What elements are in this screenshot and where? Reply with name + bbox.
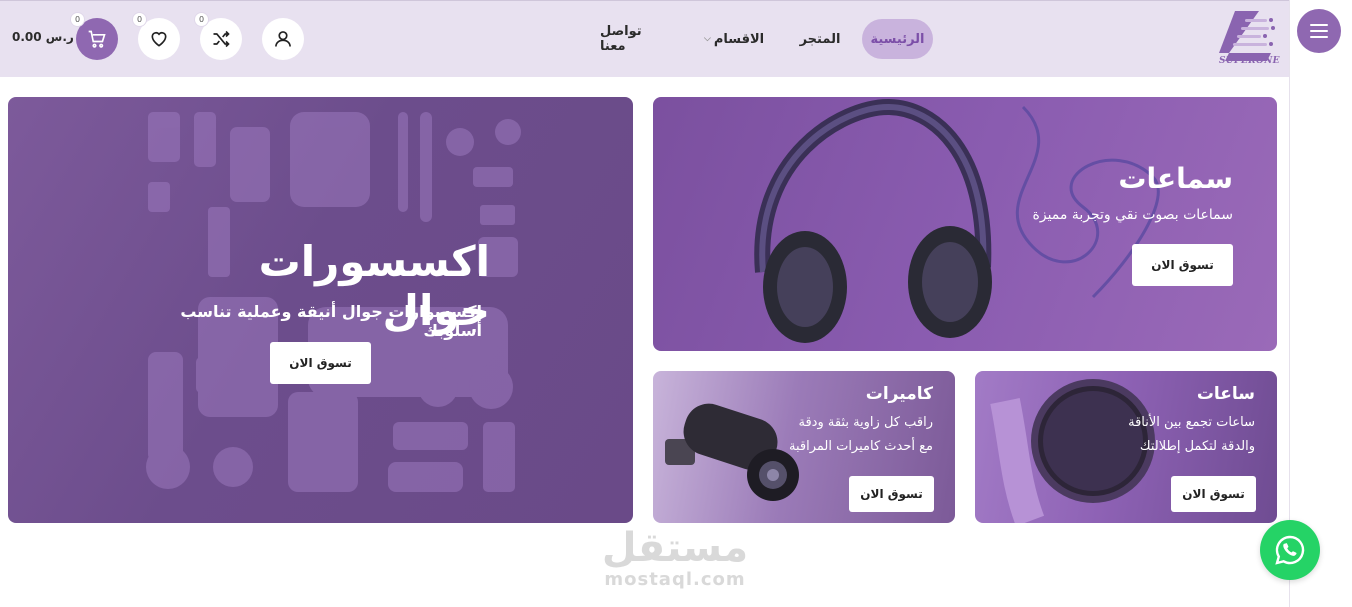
watermark-arabic: مستقل xyxy=(601,525,749,571)
user-icon xyxy=(275,31,291,47)
cart-total: 0.00 ر.س xyxy=(12,30,74,44)
nav-contact[interactable]: تواصل معنا xyxy=(600,19,670,59)
cameras-subtitle-line1: راقب كل زاوية بثقة ودقة xyxy=(798,415,933,430)
banner-cameras[interactable]: كاميرات راقب كل زاوية بثقة ودقة مع أحدث … xyxy=(653,371,955,523)
side-panel xyxy=(1289,0,1352,607)
watches-title: ساعات xyxy=(1196,384,1255,404)
watermark-latin: mostaql.com xyxy=(604,569,746,590)
banner-headphones[interactable]: سماعات سماعات بصوت نقي وتجربة مميزة تسوق… xyxy=(653,97,1277,351)
accessories-subtitle: إكسسوارات جوال أنيقة وعملية تناسب أسلوبك xyxy=(180,302,482,340)
account-button[interactable] xyxy=(262,18,304,60)
site-header: SUPERONE الرئيسية المتجر ⌵ الاقسام تواصل… xyxy=(0,1,1289,77)
nav-categories-label: الاقسام xyxy=(713,31,765,47)
cart-icon xyxy=(88,30,106,48)
wishlist-count-badge: 0 xyxy=(133,13,146,26)
nav-categories[interactable]: ⌵ الاقسام xyxy=(704,19,766,59)
cameras-subtitle-line2: مع أحدث كاميرات المراقبة xyxy=(788,439,933,454)
nav-store[interactable]: المتجر xyxy=(800,19,841,59)
watches-subtitle-line1: ساعات تجمع بين الأناقة xyxy=(1128,415,1255,430)
menu-icon xyxy=(1310,24,1328,38)
heart-icon xyxy=(151,31,167,47)
headphones-shop-button[interactable]: تسوق الان xyxy=(1132,244,1233,286)
banner-accessories[interactable]: اكسسورات جوال إكسسوارات جوال أنيقة وعملي… xyxy=(8,97,633,523)
headphones-image xyxy=(754,98,1160,343)
wishlist-button[interactable]: 0 xyxy=(133,13,180,60)
shuffle-icon xyxy=(213,30,230,48)
cameras-shop-button[interactable]: تسوق الان xyxy=(849,476,934,512)
headphones-subtitle: سماعات بصوت نقي وتجربة مميزة xyxy=(1032,207,1233,223)
whatsapp-icon xyxy=(1275,535,1305,565)
watermark: مستقل mostaql.com xyxy=(590,527,760,590)
logo-text: SUPERONE xyxy=(1219,56,1280,66)
chevron-down-icon: ⌵ xyxy=(704,34,711,44)
cameras-title: كاميرات xyxy=(865,384,933,404)
whatsapp-button[interactable] xyxy=(1260,520,1320,580)
watches-shop-button[interactable]: تسوق الان xyxy=(1171,476,1256,512)
cart-button[interactable]: 0 xyxy=(71,13,118,60)
menu-toggle-button[interactable] xyxy=(1297,9,1341,53)
accessories-shop-button[interactable]: تسوق الان xyxy=(270,342,371,384)
watches-subtitle-line2: والدقة لتكمل إطلالتك xyxy=(1139,439,1255,454)
compare-button[interactable]: 0 xyxy=(195,13,242,60)
nav-home[interactable]: الرئيسية xyxy=(862,19,933,59)
banner-watches[interactable]: ساعات ساعات تجمع بين الأناقة والدقة لتكم… xyxy=(975,371,1277,523)
cart-count-badge: 0 xyxy=(71,13,84,26)
compare-count-badge: 0 xyxy=(195,13,208,26)
headphones-title: سماعات xyxy=(1118,162,1233,195)
